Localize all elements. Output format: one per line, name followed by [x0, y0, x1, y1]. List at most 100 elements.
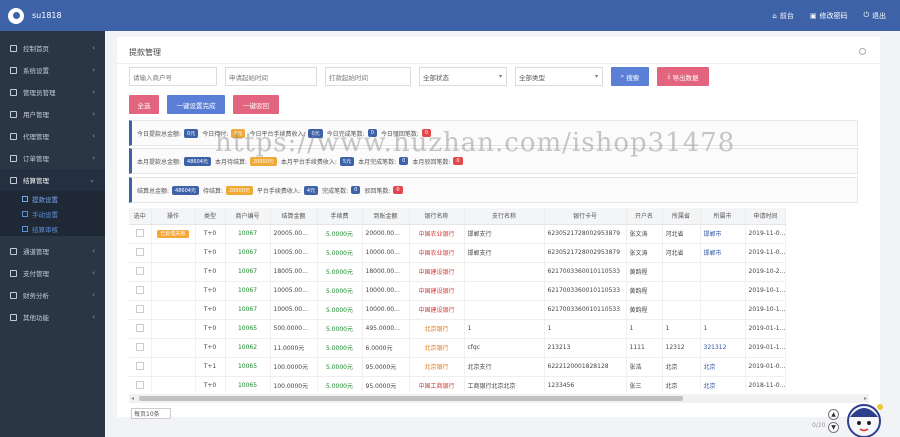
sidebar-item-orders[interactable]: 订单管理 ‹: [0, 147, 105, 169]
page-size-select[interactable]: 每页10条: [131, 408, 171, 419]
sidebar-item-admins[interactable]: 管理员管理 ‹: [0, 81, 105, 103]
row-checkbox[interactable]: [135, 247, 144, 256]
column-header[interactable]: 到账金额: [362, 208, 410, 225]
table-row[interactable]: T+0 10067 10005.00... 5.0000元 10000.00... 中国建…: [129, 300, 787, 320]
cell-merchant: 10067: [225, 224, 271, 244]
row-checkbox[interactable]: [135, 228, 144, 237]
row-checkbox-cell: [129, 243, 152, 263]
table-row[interactable]: T+0 10067 10005.00... 5.0000元 10000.00... 中国农…: [129, 243, 787, 263]
status-select[interactable]: 全部状态 ▾: [419, 67, 507, 86]
column-header[interactable]: 类型: [195, 208, 226, 225]
type-select[interactable]: 全部类型 ▾: [515, 67, 603, 86]
sidebar-item-dashboard[interactable]: 控制首页 ‹: [0, 37, 105, 59]
row-checkbox[interactable]: [135, 342, 144, 351]
status-select-value: 全部状态: [423, 73, 449, 82]
column-header[interactable]: 操作: [151, 208, 196, 225]
cell-fee: 5.0000元: [317, 281, 363, 301]
scrollbar-thumb[interactable]: [139, 396, 683, 401]
table-row[interactable]: T+0 10065 100.0000元 5.0000元 95.0000元 中国工商银行 工商…: [129, 376, 787, 391]
user-avatar-icon[interactable]: [8, 7, 24, 24]
nav-home[interactable]: ⌂ 前台: [772, 11, 793, 21]
logout-icon: ⏻: [863, 11, 869, 19]
stat-badge: 0元: [184, 128, 199, 138]
home-icon: ⌂: [772, 11, 777, 20]
column-header[interactable]: 银行名称: [409, 208, 465, 225]
table-row[interactable]: T+0 10065 500.0000... 5.0000元 495.0000... 北京银…: [129, 319, 787, 339]
row-checkbox-cell: [129, 357, 152, 377]
sidebar-item-users[interactable]: 用户管理 ‹: [0, 103, 105, 125]
column-header[interactable]: 所属省: [662, 208, 701, 225]
type-select-value: 全部类型: [519, 73, 545, 82]
status-badge[interactable]: 已处理失败: [157, 230, 189, 238]
cell-bank: 中国建设银行: [409, 262, 465, 282]
horizontal-scrollbar[interactable]: ◂ ▸: [129, 394, 869, 403]
mascot-icon: [847, 404, 883, 437]
withdraw-table-grid: 选中 操作 类型 商户编号 结算金额 手续费 到账金额 银行名称 支行名称 银行卡号 开户名 所属省所…: [129, 208, 787, 391]
export-button[interactable]: ⤓ 导出数据: [657, 67, 709, 86]
table-row[interactable]: T+1 10065 100.0000元 5.0000元 95.0000元 北京银行 北京支行…: [129, 357, 787, 377]
chevron-left-icon: ‹: [92, 66, 95, 74]
cell-card: 6230521728002953879: [544, 243, 627, 263]
sidebar-item-agents[interactable]: 代理管理 ‹: [0, 125, 105, 147]
cell-prov: 12312: [662, 338, 701, 358]
table-row[interactable]: 已处理失败 T+0 10067 20005.00... 5.0000元 20000.00.…: [129, 224, 787, 244]
scroll-left-icon[interactable]: ◂: [131, 395, 134, 402]
filter-bar: 请输入商户号 申请起始时间 打款起始时间 全部状态 ▾ 全部类型 ▾ ⌕ 搜索 ⤓ …: [129, 67, 709, 86]
column-header[interactable]: 结算金额: [270, 208, 318, 225]
op-cell: [151, 243, 196, 263]
column-header[interactable]: 支行名称: [464, 208, 545, 225]
pay-date-input[interactable]: 打款起始时间: [325, 67, 411, 86]
nav-change-password[interactable]: ▣ 修改密码: [810, 11, 848, 21]
batch-complete-button[interactable]: 一键设置完成: [167, 95, 225, 114]
table-header-row: 选中 操作 类型 商户编号 结算金额 手续费 到账金额 银行名称 支行名称 银行卡号 开户名 所属省所…: [129, 208, 787, 225]
column-header[interactable]: 商户编号: [225, 208, 271, 225]
column-header[interactable]: 申请时间: [745, 208, 787, 225]
column-header[interactable]: 所属市: [700, 208, 746, 225]
chevron-left-icon: ‹: [92, 88, 95, 96]
row-checkbox[interactable]: [135, 266, 144, 275]
cell-fee: 5.0000元: [317, 262, 363, 282]
stats-total: 结算总金额: 48604元 待结算: 20000元 平台手续费收入: 4元 完成笔数: 0 驳回…: [129, 177, 858, 203]
cell-card: 1: [544, 319, 627, 339]
merchant-id-input[interactable]: 请输入商户号: [129, 67, 217, 86]
edit-icon: [22, 210, 28, 217]
column-header[interactable]: 选中: [129, 208, 152, 225]
column-header[interactable]: 银行卡号: [544, 208, 627, 225]
row-checkbox[interactable]: [135, 361, 144, 370]
cell-branch: 1: [464, 319, 545, 339]
sidebar-item-finance[interactable]: 财务分析 ‹: [0, 284, 105, 306]
sidebar-item-other[interactable]: 其他功能 ‹: [0, 306, 105, 328]
row-checkbox[interactable]: [135, 304, 144, 313]
sidebar-item-channels[interactable]: 通道管理 ‹: [0, 240, 105, 262]
row-checkbox[interactable]: [135, 323, 144, 332]
table-row[interactable]: T+0 10062 11.0000元 5.0000元 6.0000元 北京银行 cfqc 21…: [129, 338, 787, 358]
sidebar-subitem-manual[interactable]: 手动设置: [0, 206, 105, 221]
nav-logout[interactable]: ⏻ 退出: [863, 11, 886, 21]
column-header[interactable]: 手续费: [317, 208, 363, 225]
cell-name: 1111: [626, 338, 663, 358]
cell-amount: 500.0000...: [270, 319, 318, 339]
sidebar-subitem-review[interactable]: 结算审核: [0, 221, 105, 236]
cell-city: [700, 262, 746, 282]
sidebar-item-label: 用户管理: [23, 111, 49, 119]
page-info: 0/20: [812, 422, 826, 429]
select-all-button[interactable]: 全选: [129, 95, 159, 114]
sidebar-subitem-withdraw-settings[interactable]: 提款设置: [0, 191, 105, 206]
cell-city: 1: [700, 319, 746, 339]
row-checkbox[interactable]: [135, 285, 144, 294]
sidebar-item-settlement[interactable]: 结算管理 ⌄: [0, 169, 105, 191]
search-button[interactable]: ⌕ 搜索: [611, 67, 649, 86]
float-down-icon[interactable]: ▼: [828, 422, 839, 433]
batch-reject-button[interactable]: 一键驳回: [233, 95, 279, 114]
row-checkbox[interactable]: [135, 380, 144, 389]
refresh-icon[interactable]: [859, 48, 866, 55]
table-row[interactable]: T+0 10067 18005.00... 5.0000元 18000.00... 中国建…: [129, 262, 787, 282]
sidebar-item-payment[interactable]: 支付管理 ‹: [0, 262, 105, 284]
table-row[interactable]: T+0 10067 10005.00... 5.0000元 10000.00... 中国建…: [129, 281, 787, 301]
chevron-left-icon: ‹: [92, 247, 95, 255]
cell-card: 6217003360010110533: [544, 281, 627, 301]
sidebar-item-system[interactable]: 系统设置 ‹: [0, 59, 105, 81]
column-header[interactable]: 开户名: [626, 208, 663, 225]
float-up-icon[interactable]: ▲: [828, 409, 839, 420]
apply-date-input[interactable]: 申请起始时间: [225, 67, 317, 86]
